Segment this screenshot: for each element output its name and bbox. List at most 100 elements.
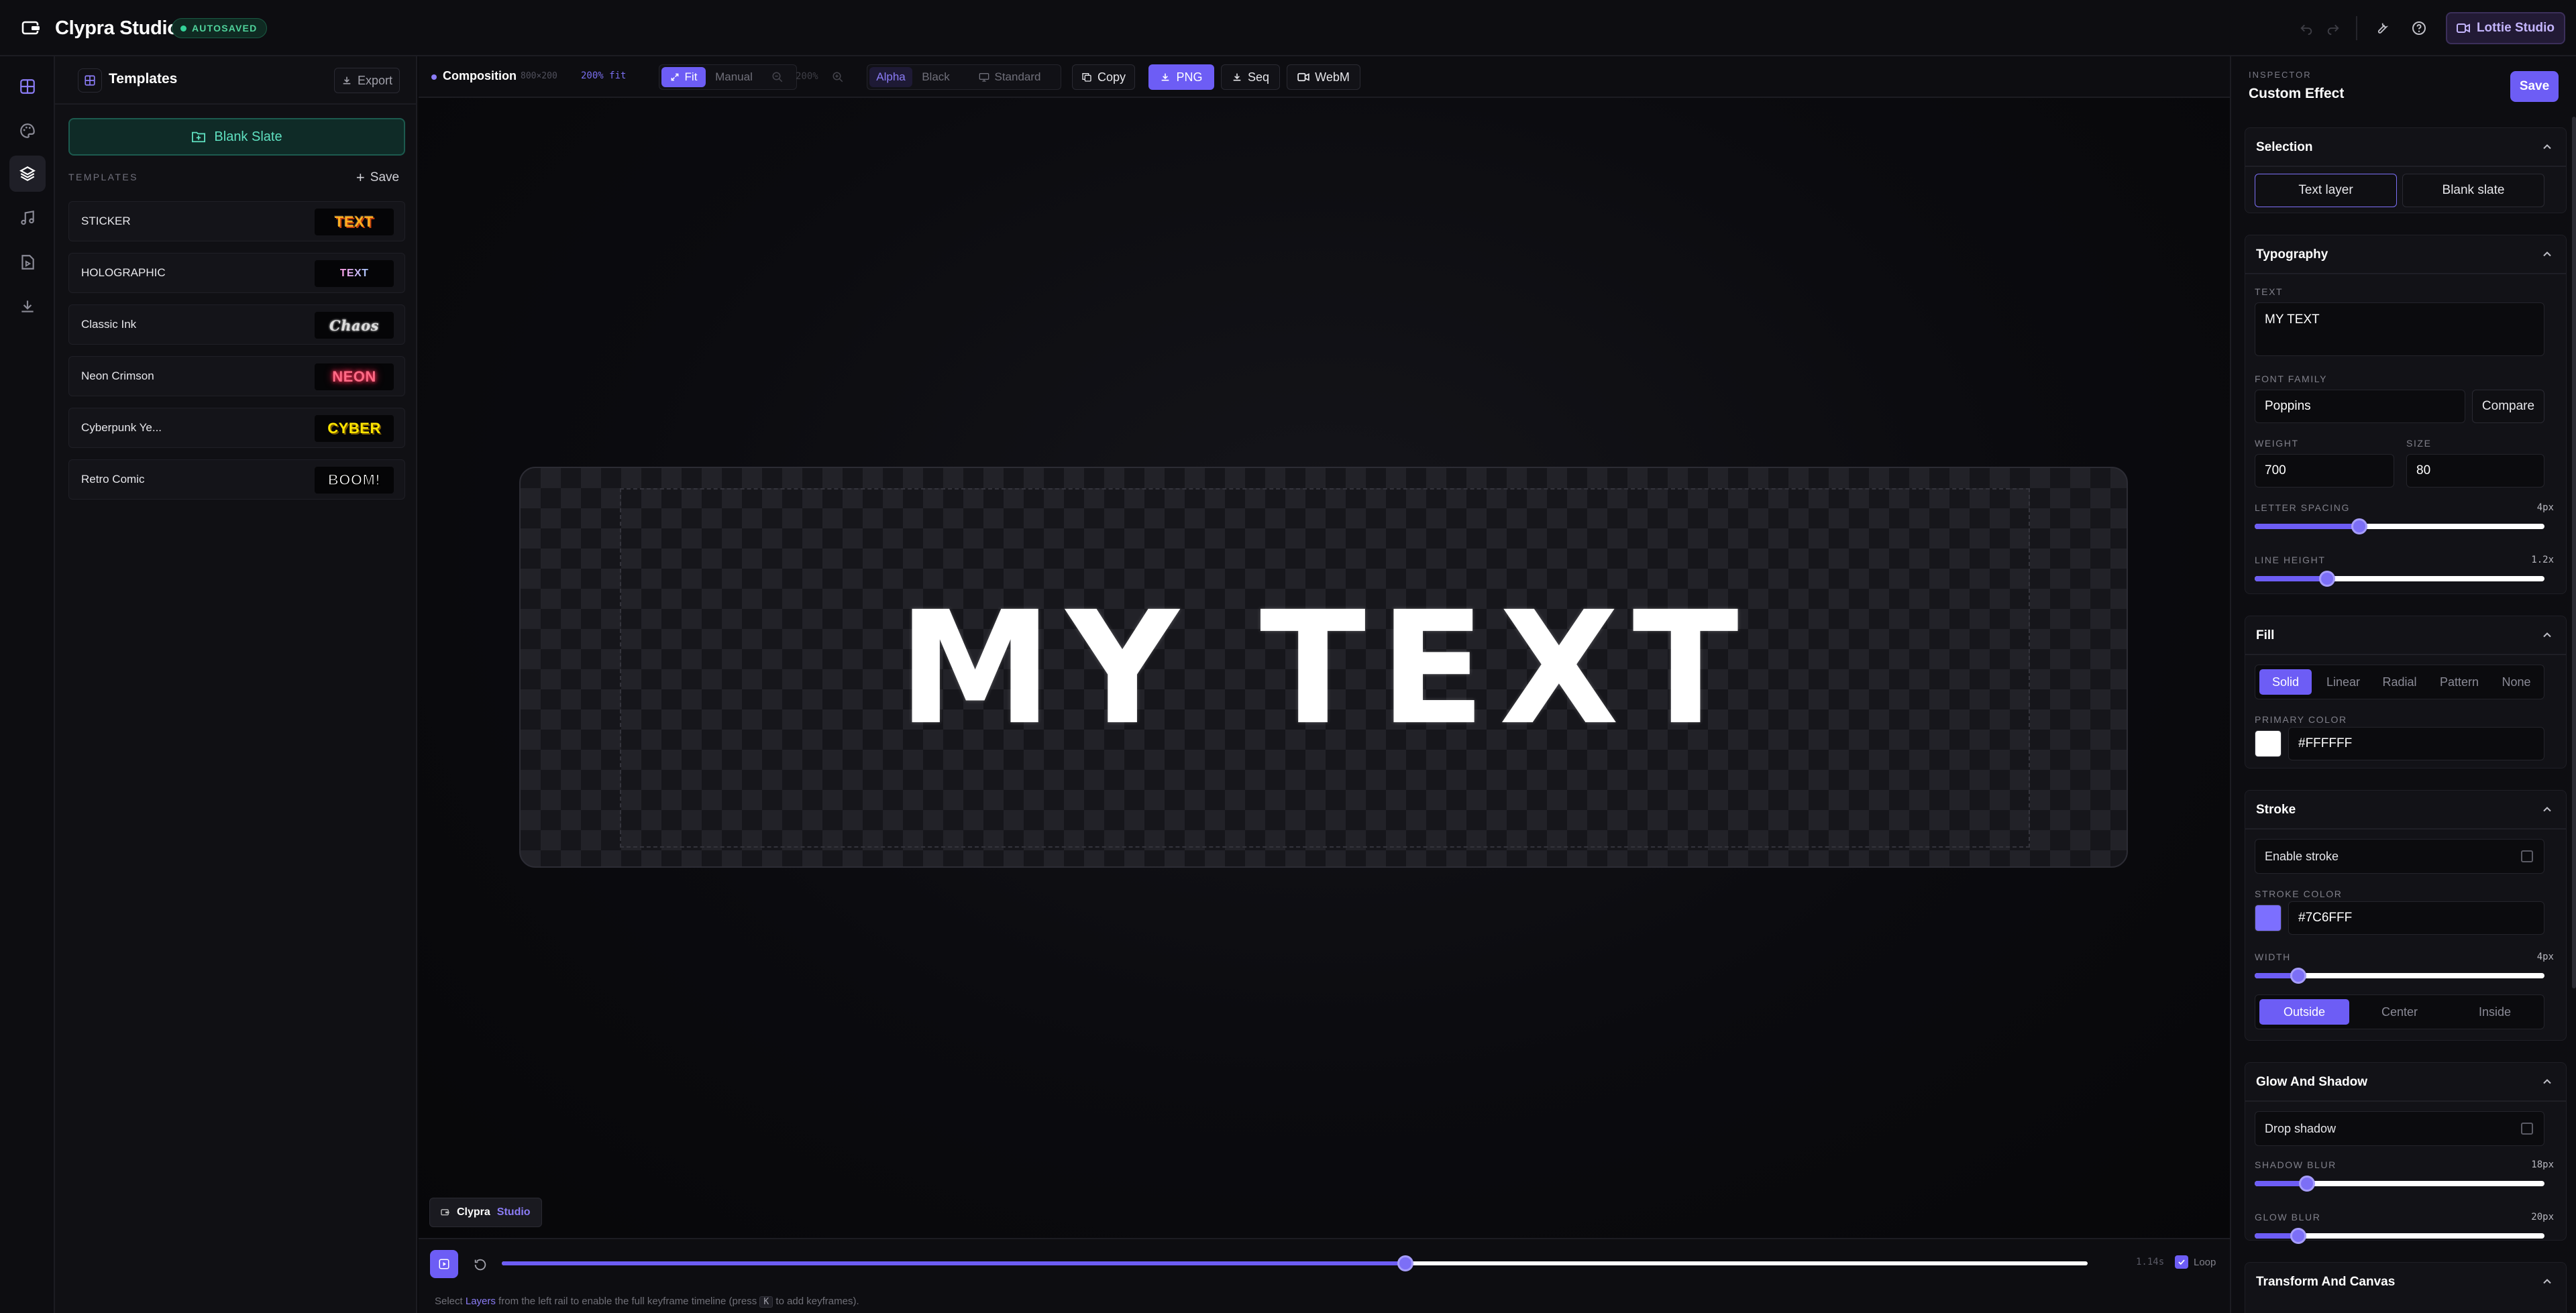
download-icon [1162,73,1169,81]
glow-blur-slider[interactable] [2255,1228,2544,1244]
hint-layers-link[interactable]: Layers [466,1296,496,1307]
zoom-fit-readout: 200% fit [581,70,627,81]
size-input[interactable]: 80 [2406,454,2544,488]
file-video-icon [21,255,34,270]
stroke-position-center[interactable]: Center [2355,999,2445,1025]
rail-item-media[interactable] [9,244,46,280]
transform-header[interactable]: Transform And Canvas [2245,1263,2566,1300]
black-button[interactable]: Black [915,67,957,87]
canvas-viewport[interactable]: MY TEXT Clypra Studio [419,98,2230,1238]
drop-shadow-toggle[interactable]: Drop shadow [2255,1111,2544,1146]
compare-fonts-button[interactable]: Compare [2472,390,2544,423]
template-preview: TEXT [315,209,394,235]
artboard[interactable]: MY TEXT [519,467,2128,868]
rail-item-audio[interactable] [9,200,46,236]
slider-handle[interactable] [2290,1228,2306,1244]
webm-export-button[interactable]: WebM [1287,64,1360,90]
loop-toggle[interactable]: Loop [2175,1255,2216,1269]
slider-handle[interactable] [2290,968,2306,984]
lottie-studio-button[interactable]: Lottie Studio [2446,12,2565,44]
png-export-button[interactable]: PNG [1148,64,1214,90]
copy-button[interactable]: Copy [1072,64,1135,90]
play-icon [439,1259,449,1269]
export-button[interactable]: Export [334,68,400,93]
selection-header[interactable]: Selection [2245,128,2566,166]
manual-label: Manual [715,70,753,83]
canvas-text-layer[interactable]: MY TEXT [521,468,2127,866]
redo-icon[interactable] [2322,17,2344,39]
save-template-label: Save [370,170,400,184]
zoom-in-icon[interactable] [828,64,848,90]
alpha-button[interactable]: Alpha [869,67,912,87]
template-item[interactable]: Neon Crimson NEON [68,356,405,396]
slider-handle[interactable] [2319,571,2335,587]
chevron-up-icon[interactable] [2540,1275,2554,1288]
template-item[interactable]: HOLOGRAPHIC TEXT [68,253,405,293]
templates-header: Templates Export [55,56,417,105]
rail-item-layers[interactable] [9,156,46,192]
weight-input[interactable]: 700 [2255,454,2394,488]
template-item[interactable]: STICKER TEXT [68,201,405,241]
template-item[interactable]: Cyberpunk Ye... CYBER [68,408,405,448]
fill-mode-none[interactable]: None [2491,669,2541,695]
zoom-out-icon[interactable] [767,64,788,90]
save-effect-button[interactable]: Save [2510,71,2559,102]
restart-icon[interactable] [470,1254,491,1275]
play-button[interactable] [430,1250,458,1278]
chevron-up-icon[interactable] [2540,247,2554,261]
help-icon[interactable] [2408,17,2430,39]
text-layer-button[interactable]: Text layer [2255,174,2397,207]
fill-header[interactable]: Fill [2245,616,2566,654]
rail-item-palette[interactable] [9,113,46,149]
stroke-color-swatch[interactable] [2255,905,2282,931]
line-height-label: LINE HEIGHT [2255,555,2326,565]
shadow-blur-slider[interactable] [2255,1176,2544,1192]
letter-spacing-slider[interactable] [2255,518,2544,534]
slider-handle[interactable] [2351,518,2367,534]
checkbox-unchecked-icon[interactable] [2521,1123,2533,1135]
stroke-header[interactable]: Stroke [2245,791,2566,828]
font-family-input[interactable]: Poppins [2255,390,2465,423]
blank-slate-select-button[interactable]: Blank slate [2402,174,2544,207]
template-item[interactable]: Classic Ink Chaos [68,304,405,345]
chevron-up-icon[interactable] [2540,1075,2554,1088]
stroke-color-input[interactable]: #7C6FFF [2288,901,2544,935]
primary-color-input[interactable]: #FFFFFF [2288,727,2544,760]
fill-mode-linear[interactable]: Linear [2317,669,2369,695]
fill-mode-pattern[interactable]: Pattern [2430,669,2489,695]
stroke-width-slider[interactable] [2255,968,2544,984]
wrench-icon[interactable] [2371,17,2392,39]
template-item[interactable]: Retro Comic BOOM! [68,459,405,500]
save-template-button[interactable]: + Save [350,166,405,189]
template-preview-text: BOOM! [327,471,381,489]
text-input[interactable]: MY TEXT [2255,302,2544,356]
timeline-playhead[interactable] [1397,1255,1414,1271]
slider-handle[interactable] [2298,1176,2315,1192]
timeline-scrubber[interactable] [502,1255,2088,1271]
checkbox-unchecked-icon[interactable] [2521,850,2533,862]
typography-header[interactable]: Typography [2245,235,2566,273]
rail-item-download[interactable] [9,288,46,325]
checkbox-checked-icon[interactable] [2175,1255,2188,1269]
stroke-position-inside[interactable]: Inside [2450,999,2540,1025]
composition-dot-icon [431,74,437,80]
fit-button[interactable]: Fit [661,67,706,87]
fill-mode-radial[interactable]: Radial [2373,669,2426,695]
enable-stroke-toggle[interactable]: Enable stroke [2255,839,2544,874]
chevron-up-icon[interactable] [2540,803,2554,816]
standard-button[interactable]: Standard [961,67,1059,87]
blank-slate-button[interactable]: Blank Slate [68,118,405,156]
rail-item-grid[interactable] [9,68,46,105]
primary-color-swatch[interactable] [2255,730,2282,757]
line-height-slider[interactable] [2255,571,2544,587]
undo-icon[interactable] [2296,17,2317,39]
chevron-up-icon[interactable] [2540,628,2554,642]
fill-mode-solid[interactable]: Solid [2259,669,2312,695]
inspector-scrollbar[interactable] [2572,117,2576,988]
manual-button[interactable]: Manual [710,67,758,87]
seq-export-button[interactable]: Seq [1221,64,1280,90]
stroke-position-outside[interactable]: Outside [2259,999,2349,1025]
chevron-up-icon[interactable] [2540,140,2554,154]
card-divider [2245,654,2566,655]
glow-shadow-header[interactable]: Glow And Shadow [2245,1063,2566,1100]
